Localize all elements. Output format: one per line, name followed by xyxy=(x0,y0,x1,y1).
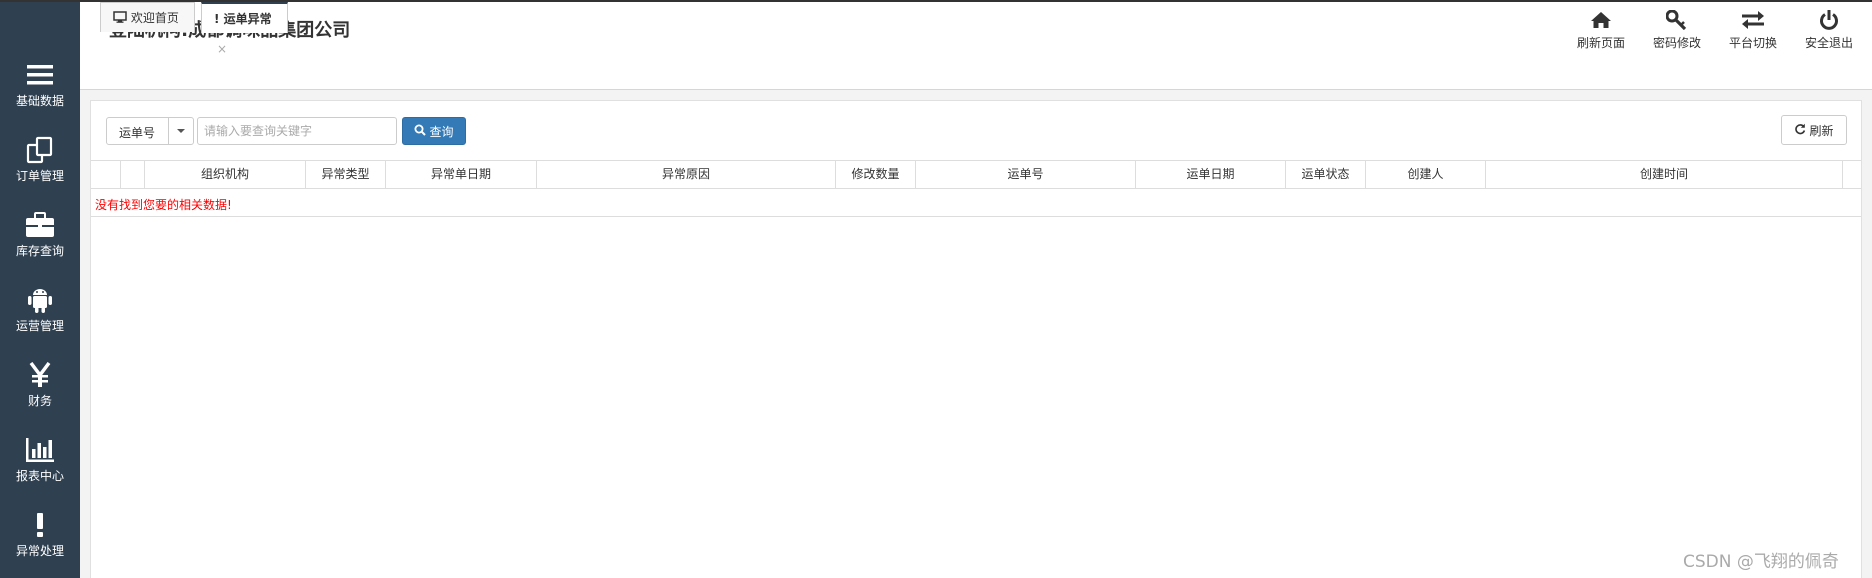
refresh-page-label: 刷新页面 xyxy=(1576,36,1625,50)
bar-chart-icon xyxy=(0,435,80,465)
column-header[interactable]: 创建时间 xyxy=(1486,161,1843,188)
search-field-value: 运单号 xyxy=(119,126,156,140)
power-icon xyxy=(1799,8,1859,32)
column-header[interactable]: 异常类型 xyxy=(306,161,386,188)
home-icon xyxy=(1571,8,1631,32)
caret-down-icon xyxy=(177,129,185,133)
column-header-blank xyxy=(91,161,121,188)
watermark: CSDN @飞翔的佩奇 xyxy=(1683,552,1839,572)
search-field-select[interactable]: 运单号 xyxy=(106,117,194,145)
table-header: 组织机构 异常类型 异常单日期 异常原因 修改数量 运单号 运单日期 运单状态 … xyxy=(91,160,1861,189)
refresh-label: 刷新 xyxy=(1809,123,1834,138)
tab-waybill-exception[interactable]: ! 运单异常 × xyxy=(201,2,288,56)
refresh-page-button[interactable]: 刷新页面 xyxy=(1571,8,1631,52)
sidebar-item-operations[interactable]: 运营管理 xyxy=(0,277,80,352)
sidebar: 基础数据 订单管理 库存查询 运营管理 财务 报表中心 异常处理 xyxy=(0,2,80,578)
empty-message: 没有找到您要的相关数据! xyxy=(95,198,232,212)
column-header[interactable]: 创建人 xyxy=(1366,161,1486,188)
sidebar-item-label: 财务 xyxy=(27,394,52,408)
switch-platform-button[interactable]: 平台切换 xyxy=(1723,8,1783,52)
column-header[interactable]: 异常单日期 xyxy=(386,161,537,188)
tab-bar xyxy=(80,57,1872,90)
close-icon[interactable]: × xyxy=(217,42,227,56)
column-header[interactable]: 修改数量 xyxy=(836,161,916,188)
column-header-checkbox[interactable] xyxy=(121,161,145,188)
switch-platform-label: 平台切换 xyxy=(1728,36,1777,50)
tab-label: 运单异常 xyxy=(223,12,272,26)
search-input[interactable] xyxy=(197,117,397,145)
yen-icon xyxy=(0,360,80,390)
sidebar-item-label: 订单管理 xyxy=(15,169,64,183)
refresh-button[interactable]: 刷新 xyxy=(1781,115,1847,145)
key-icon xyxy=(1647,8,1707,32)
tab-label: 欢迎首页 xyxy=(130,11,179,25)
sidebar-item-orders[interactable]: 订单管理 xyxy=(0,127,80,202)
sidebar-item-inventory[interactable]: 库存查询 xyxy=(0,202,80,277)
sidebar-item-label: 运营管理 xyxy=(15,319,64,333)
copy-icon xyxy=(0,135,80,165)
desktop-icon xyxy=(113,11,127,25)
bars-icon xyxy=(0,60,80,90)
exclamation-icon xyxy=(0,510,80,540)
refresh-icon xyxy=(1794,123,1806,138)
sidebar-item-finance[interactable]: 财务 xyxy=(0,352,80,427)
exclamation-icon: ! xyxy=(214,12,220,26)
logout-label: 安全退出 xyxy=(1804,36,1853,50)
sidebar-item-label: 异常处理 xyxy=(15,544,64,558)
exchange-icon xyxy=(1723,8,1783,32)
column-header[interactable]: 运单状态 xyxy=(1286,161,1366,188)
sidebar-item-label: 报表中心 xyxy=(15,469,64,483)
search-icon xyxy=(414,124,427,139)
query-label: 查询 xyxy=(429,124,454,139)
table-empty-row: 没有找到您要的相关数据! xyxy=(91,189,1861,217)
column-header[interactable]: 异常原因 xyxy=(537,161,836,188)
logout-button[interactable]: 安全退出 xyxy=(1799,8,1859,52)
sidebar-item-label: 基础数据 xyxy=(15,94,64,108)
column-header[interactable]: 运单号 xyxy=(916,161,1136,188)
sidebar-item-exceptions[interactable]: 异常处理 xyxy=(0,502,80,577)
query-button[interactable]: 查询 xyxy=(402,117,466,145)
change-password-label: 密码修改 xyxy=(1652,36,1701,50)
column-header[interactable]: 组织机构 xyxy=(145,161,306,188)
android-icon xyxy=(0,285,80,315)
tab-welcome[interactable]: 欢迎首页 xyxy=(100,2,195,32)
sidebar-item-reports[interactable]: 报表中心 xyxy=(0,427,80,502)
column-header[interactable]: 运单日期 xyxy=(1136,161,1286,188)
sidebar-item-label: 库存查询 xyxy=(15,244,64,258)
briefcase-icon xyxy=(0,210,80,240)
change-password-button[interactable]: 密码修改 xyxy=(1647,8,1707,52)
sidebar-item-basic-data[interactable]: 基础数据 xyxy=(0,52,80,127)
